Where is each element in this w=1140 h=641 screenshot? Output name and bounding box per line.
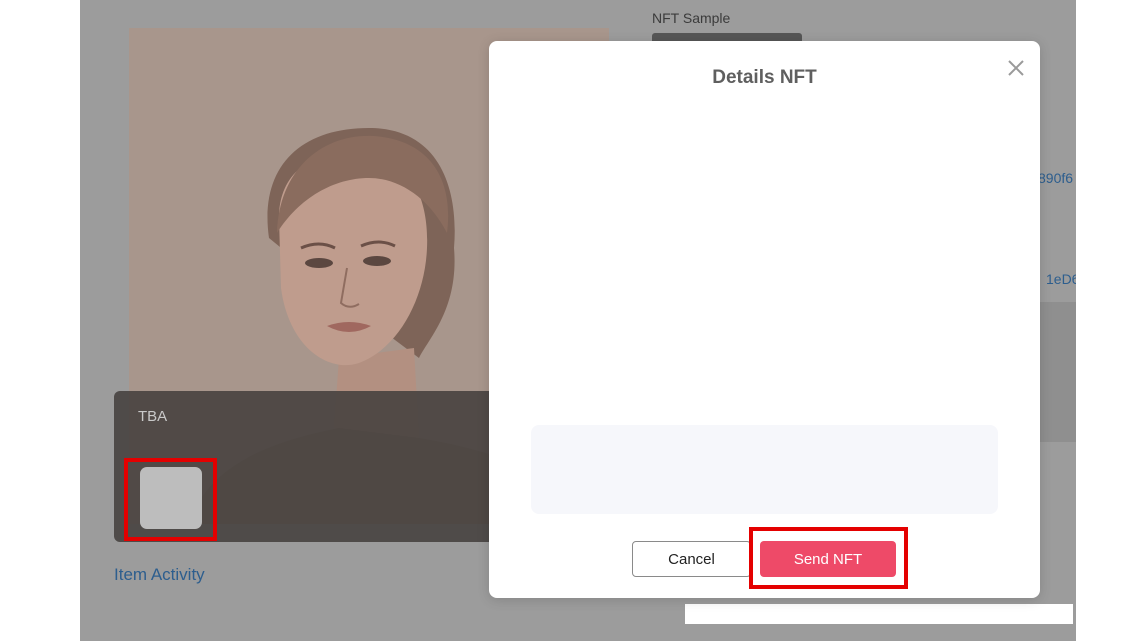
cancel-button-label: Cancel <box>668 550 715 568</box>
close-button[interactable] <box>1003 55 1029 81</box>
nft-sample-label: NFT Sample <box>652 10 731 26</box>
item-activity-link[interactable]: Item Activity <box>114 565 205 585</box>
modal-title: Details NFT <box>712 67 817 88</box>
tba-label: TBA <box>138 408 168 425</box>
address-fragment-1[interactable]: 890f6 <box>1038 170 1073 186</box>
address-fragment-2[interactable]: 1eD6 <box>1046 271 1076 287</box>
bottom-strip <box>685 604 1073 624</box>
cancel-button[interactable]: Cancel <box>632 541 751 577</box>
close-icon <box>1008 60 1024 76</box>
side-panel-block <box>1038 302 1076 442</box>
nft-detail-box <box>531 425 998 514</box>
highlight-box-tba-slot <box>124 458 217 541</box>
highlight-box-send-button <box>749 527 908 589</box>
details-nft-modal: Details NFT Cancel Send NFT <box>489 41 1040 598</box>
